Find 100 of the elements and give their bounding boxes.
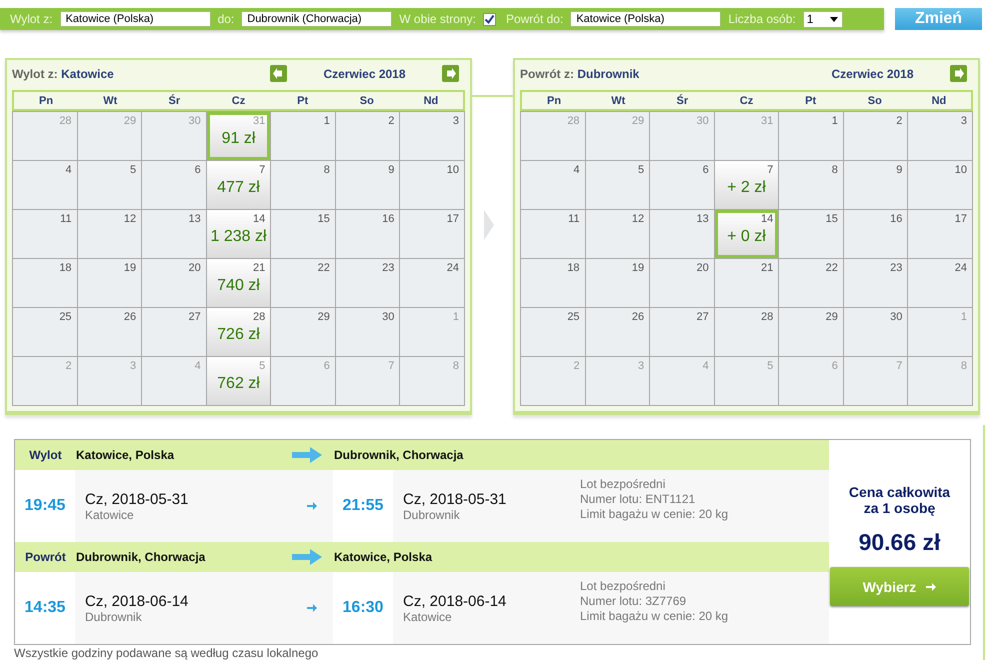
day-number: 29 bbox=[826, 311, 838, 324]
day-number: 2 bbox=[896, 115, 902, 128]
day-number: 5 bbox=[638, 164, 644, 177]
text-field[interactable]: Katowice (Polska) bbox=[60, 11, 211, 27]
day-number: 30 bbox=[188, 115, 201, 128]
day-price: 91 zł bbox=[222, 130, 256, 148]
caret-icon bbox=[830, 16, 838, 22]
previous-month-button[interactable] bbox=[270, 65, 287, 82]
day-number: 7 bbox=[388, 360, 394, 373]
day-number: 30 bbox=[696, 115, 709, 128]
day-number: 14 bbox=[761, 213, 774, 226]
day-number: 28 bbox=[59, 115, 72, 128]
text-field[interactable]: Katowice (Polska) bbox=[570, 11, 722, 27]
day-number: 13 bbox=[188, 213, 201, 226]
leg-label: Powrót bbox=[24, 550, 67, 564]
chevron-icon bbox=[484, 210, 494, 240]
day-number: 17 bbox=[446, 213, 459, 226]
day-number: 6 bbox=[194, 164, 201, 177]
field-label: Liczba osób: bbox=[728, 12, 796, 26]
day-number: 10 bbox=[446, 164, 459, 177]
day-number: 19 bbox=[632, 262, 644, 275]
checkbox[interactable] bbox=[482, 12, 496, 26]
weekday-label: So bbox=[358, 94, 375, 106]
day-number: 20 bbox=[696, 262, 709, 275]
field-label: W obie strony: bbox=[399, 12, 476, 26]
day-number: 16 bbox=[382, 213, 394, 226]
day-number: 1 bbox=[324, 115, 330, 128]
leg-label: Wylot bbox=[28, 448, 63, 462]
next-month-button[interactable] bbox=[950, 65, 967, 82]
flight-info: Lot bezpośredni bbox=[580, 579, 666, 594]
departure-city: Katowice bbox=[85, 508, 135, 522]
day-number: 21 bbox=[761, 262, 774, 275]
day-number: 8 bbox=[960, 360, 967, 373]
month-title: Czerwiec 2018 bbox=[830, 66, 915, 80]
field-label: do: bbox=[218, 12, 234, 26]
day-number: 23 bbox=[382, 262, 394, 275]
day-number: 4 bbox=[194, 360, 201, 373]
day-number: 31 bbox=[253, 115, 266, 128]
day-number: 8 bbox=[324, 164, 330, 177]
day-number: 13 bbox=[696, 213, 709, 226]
day-number: 12 bbox=[632, 213, 644, 226]
day-number: 4 bbox=[573, 164, 580, 177]
day-number: 3 bbox=[638, 360, 644, 373]
departure-date: Cz, 2018-05-31 bbox=[85, 490, 190, 508]
footnote: Wszystkie godziny podawane są według czasu lokalnego bbox=[14, 646, 320, 660]
weekday-label: So bbox=[866, 94, 883, 106]
arrival-city: Dubrownik bbox=[403, 508, 461, 522]
day-price: 726 zł bbox=[217, 326, 260, 344]
text-field[interactable]: Dubrownik (Chorwacja) bbox=[241, 11, 392, 27]
weekday-label: Śr bbox=[676, 94, 690, 106]
weekday-label: Pn bbox=[546, 94, 562, 106]
weekday-label: Nd bbox=[930, 94, 948, 106]
day-number: 7 bbox=[767, 164, 774, 177]
day-number: 18 bbox=[59, 262, 72, 275]
field-label: Wylot z: bbox=[10, 12, 53, 26]
next-month-button[interactable] bbox=[442, 65, 459, 82]
day-number: 1 bbox=[452, 311, 459, 324]
day-number: 9 bbox=[388, 164, 394, 177]
day-number: 29 bbox=[124, 115, 136, 128]
day-number: 27 bbox=[696, 311, 709, 324]
day-cell[interactable]: 31 91 zł bbox=[206, 112, 272, 161]
day-cell[interactable]: 21 740 zł bbox=[206, 259, 272, 308]
day-number: 2 bbox=[573, 360, 580, 373]
day-number: 24 bbox=[446, 262, 459, 275]
day-number: 23 bbox=[890, 262, 902, 275]
day-number: 29 bbox=[318, 311, 330, 324]
day-cell[interactable]: 14 + 0 zł bbox=[714, 210, 780, 259]
day-number: 26 bbox=[124, 311, 136, 324]
day-number: 28 bbox=[761, 311, 774, 324]
day-number: 8 bbox=[452, 360, 459, 373]
select-field[interactable]: 1 bbox=[802, 10, 843, 28]
price-title: Cena całkowita za 1 osobę bbox=[848, 484, 952, 516]
day-number: 4 bbox=[65, 164, 72, 177]
day-number: 14 bbox=[253, 213, 266, 226]
day-number: 18 bbox=[567, 262, 580, 275]
route-city: Katowice, Polska bbox=[76, 448, 176, 462]
day-price: 477 zł bbox=[217, 179, 260, 197]
day-number: 1 bbox=[960, 311, 967, 324]
flight-info: Numer lotu: 3Z7769 bbox=[580, 594, 688, 609]
flight-info: Numer lotu: ENT1121 bbox=[580, 492, 696, 507]
flight-info: Lot bezpośredni bbox=[580, 477, 666, 492]
arrival-date: Cz, 2018-05-31 bbox=[403, 491, 508, 508]
field-label: Powrót do: bbox=[506, 12, 564, 26]
day-number: 22 bbox=[826, 262, 838, 275]
weekday-label: Cz bbox=[738, 94, 754, 106]
route-city: Dubrownik, Chorwacja bbox=[76, 550, 206, 564]
day-cell[interactable]: 5 762 zł bbox=[206, 357, 272, 406]
weekday-label: Pt bbox=[804, 94, 818, 106]
day-number: 10 bbox=[954, 164, 967, 177]
day-cell[interactable]: 28 726 zł bbox=[206, 308, 272, 357]
day-number: 5 bbox=[259, 360, 266, 373]
month-title: Czerwiec 2018 bbox=[322, 66, 407, 80]
day-cell[interactable]: 7 + 2 zł bbox=[714, 161, 780, 210]
day-cell[interactable]: 14 1 238 zł bbox=[206, 210, 272, 259]
calendar-title: Powrót z: Dubrownik bbox=[520, 66, 640, 80]
day-cell[interactable]: 7 477 zł bbox=[206, 161, 272, 210]
day-number: 16 bbox=[890, 213, 902, 226]
day-number: 28 bbox=[253, 311, 266, 324]
departure-date: Cz, 2018-06-14 bbox=[85, 592, 190, 610]
day-number: 19 bbox=[124, 262, 136, 275]
